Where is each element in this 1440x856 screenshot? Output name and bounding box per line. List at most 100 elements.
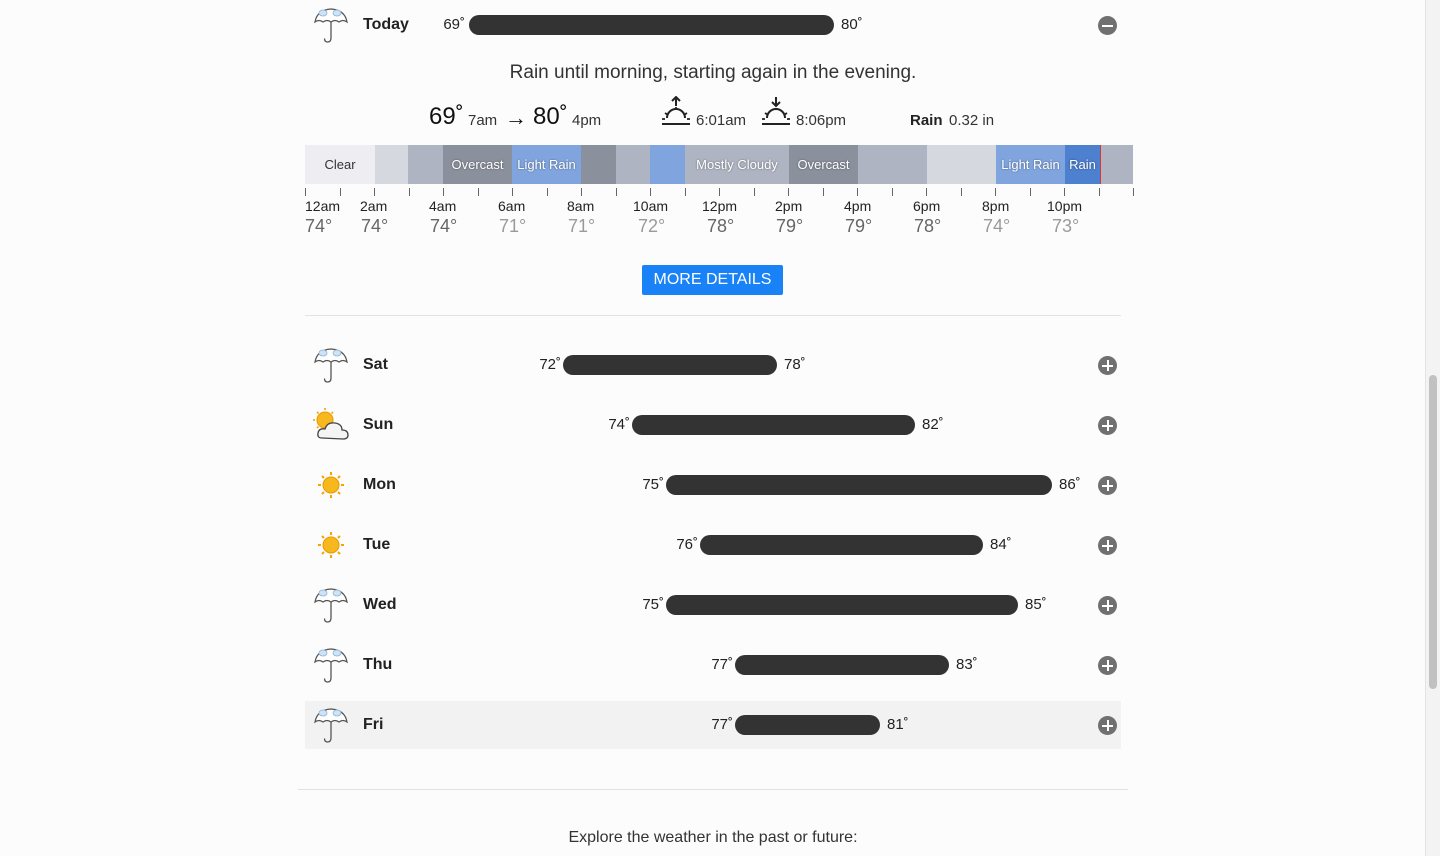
day-low-temp: 74˚ <box>608 416 630 433</box>
expand-day-button[interactable] <box>1098 716 1117 735</box>
axis-tick <box>823 188 824 196</box>
sunrise-icon <box>662 96 690 125</box>
expand-day-button[interactable] <box>1098 416 1117 435</box>
axis-tick <box>788 188 789 196</box>
day-temp-range-bar <box>563 355 777 375</box>
day-high-temp: 82˚ <box>922 416 944 433</box>
timeline-segment: Mostly Cloudy <box>685 145 789 184</box>
day-low-temp: 77˚ <box>711 716 733 733</box>
partly-cloudy-icon <box>313 408 349 440</box>
collapse-today-button[interactable] <box>1098 16 1117 35</box>
axis-tick <box>719 188 720 196</box>
day-low-temp: 76˚ <box>676 536 698 553</box>
sunset-icon <box>762 97 790 125</box>
hour-temp: 71° <box>568 216 596 236</box>
axis-tick <box>374 188 375 196</box>
axis-tick <box>478 188 479 196</box>
day-high-temp: 81˚ <box>887 716 909 733</box>
day-high-temp: 86˚ <box>1059 476 1081 493</box>
axis-tick <box>995 188 996 196</box>
hour-label: 8am <box>567 198 595 214</box>
precip-value: 0.32 in <box>949 112 995 129</box>
today-low-big: 69˚ <box>429 103 464 130</box>
rain-umbrella-icon <box>314 648 348 683</box>
hour-temp: 72° <box>638 216 666 236</box>
sun-icon <box>318 472 344 498</box>
hour-label: 4pm <box>844 198 872 214</box>
axis-tick <box>581 188 582 196</box>
hour-temp: 78° <box>707 216 735 236</box>
axis-tick <box>512 188 513 196</box>
day-name-today: Today <box>363 16 409 33</box>
hour-label: 2pm <box>775 198 803 214</box>
axis-tick <box>616 188 617 196</box>
hour-temp: 74° <box>305 216 333 236</box>
rain-umbrella-icon <box>314 588 348 623</box>
hour-temp: 74° <box>430 216 458 236</box>
axis-tick <box>409 188 410 196</box>
hour-label: 10pm <box>1047 198 1083 214</box>
day-temp-range-bar <box>735 715 880 735</box>
hour-temp: 78° <box>914 216 942 236</box>
rain-umbrella-icon <box>314 708 348 743</box>
axis-tick <box>754 188 755 196</box>
day-low-temp: 77˚ <box>711 656 733 673</box>
axis-tick <box>305 188 306 196</box>
axis-tick <box>926 188 927 196</box>
axis-tick <box>961 188 962 196</box>
arrow-icon: → <box>505 105 527 130</box>
hour-label: 6pm <box>913 198 941 214</box>
today-high-big: 80˚ <box>533 103 568 130</box>
sun-icon <box>318 532 344 558</box>
expand-day-button[interactable] <box>1098 656 1117 675</box>
more-details-button[interactable]: MORE DETAILS <box>642 265 783 295</box>
day-temp-range-bar <box>632 415 915 435</box>
day-name: Thu <box>363 656 393 673</box>
timeline-segment <box>858 145 927 184</box>
expand-day-button[interactable] <box>1098 476 1117 495</box>
axis-tick <box>857 188 858 196</box>
today-temp-range-bar <box>469 15 834 35</box>
expand-day-button[interactable] <box>1098 356 1117 375</box>
section-divider <box>298 789 1128 790</box>
day-name: Sun <box>363 416 394 433</box>
hour-temp: 79° <box>845 216 873 236</box>
expand-day-button[interactable] <box>1098 536 1117 555</box>
timeline-segment <box>616 145 650 184</box>
day-name: Wed <box>363 596 397 613</box>
day-name: Sat <box>363 356 388 373</box>
day-temp-range-bar <box>735 655 949 675</box>
axis-tick <box>1133 188 1134 196</box>
precip-label: Rain <box>910 112 943 129</box>
axis-tick <box>1064 188 1065 196</box>
hour-label: 4am <box>429 198 457 214</box>
day-high-temp: 85˚ <box>1025 596 1047 613</box>
current-time-marker <box>1100 145 1101 184</box>
axis-tick <box>443 188 444 196</box>
page-scrollbar[interactable] <box>1425 0 1440 856</box>
timeline-segment <box>408 145 443 184</box>
day-name: Fri <box>363 716 384 733</box>
timeline-segment: Overcast <box>443 145 512 184</box>
axis-tick <box>340 188 341 196</box>
timeline-segment: Light Rain <box>996 145 1065 184</box>
hour-label: 2am <box>360 198 388 214</box>
axis-tick <box>1030 188 1031 196</box>
timeline-segment: Clear <box>305 145 375 184</box>
hour-temp: 71° <box>499 216 527 236</box>
timeline-segment <box>927 145 996 184</box>
rain-umbrella-icon <box>314 348 348 383</box>
day-high-temp: 84˚ <box>990 536 1012 553</box>
day-name: Mon <box>363 476 396 493</box>
axis-tick <box>1099 188 1100 196</box>
scrollbar-thumb[interactable] <box>1429 375 1437 689</box>
today-high-time: 4pm <box>572 112 602 129</box>
explore-weather-text: Explore the weather in the past or futur… <box>568 829 858 846</box>
timeline-segment <box>1100 145 1133 184</box>
today-low-time: 7am <box>468 112 498 129</box>
timeline-segment: Light Rain <box>512 145 581 184</box>
hour-label: 12am <box>305 198 341 214</box>
hour-temp: 74° <box>361 216 389 236</box>
day-temp-range-bar <box>666 475 1052 495</box>
expand-day-button[interactable] <box>1098 596 1117 615</box>
